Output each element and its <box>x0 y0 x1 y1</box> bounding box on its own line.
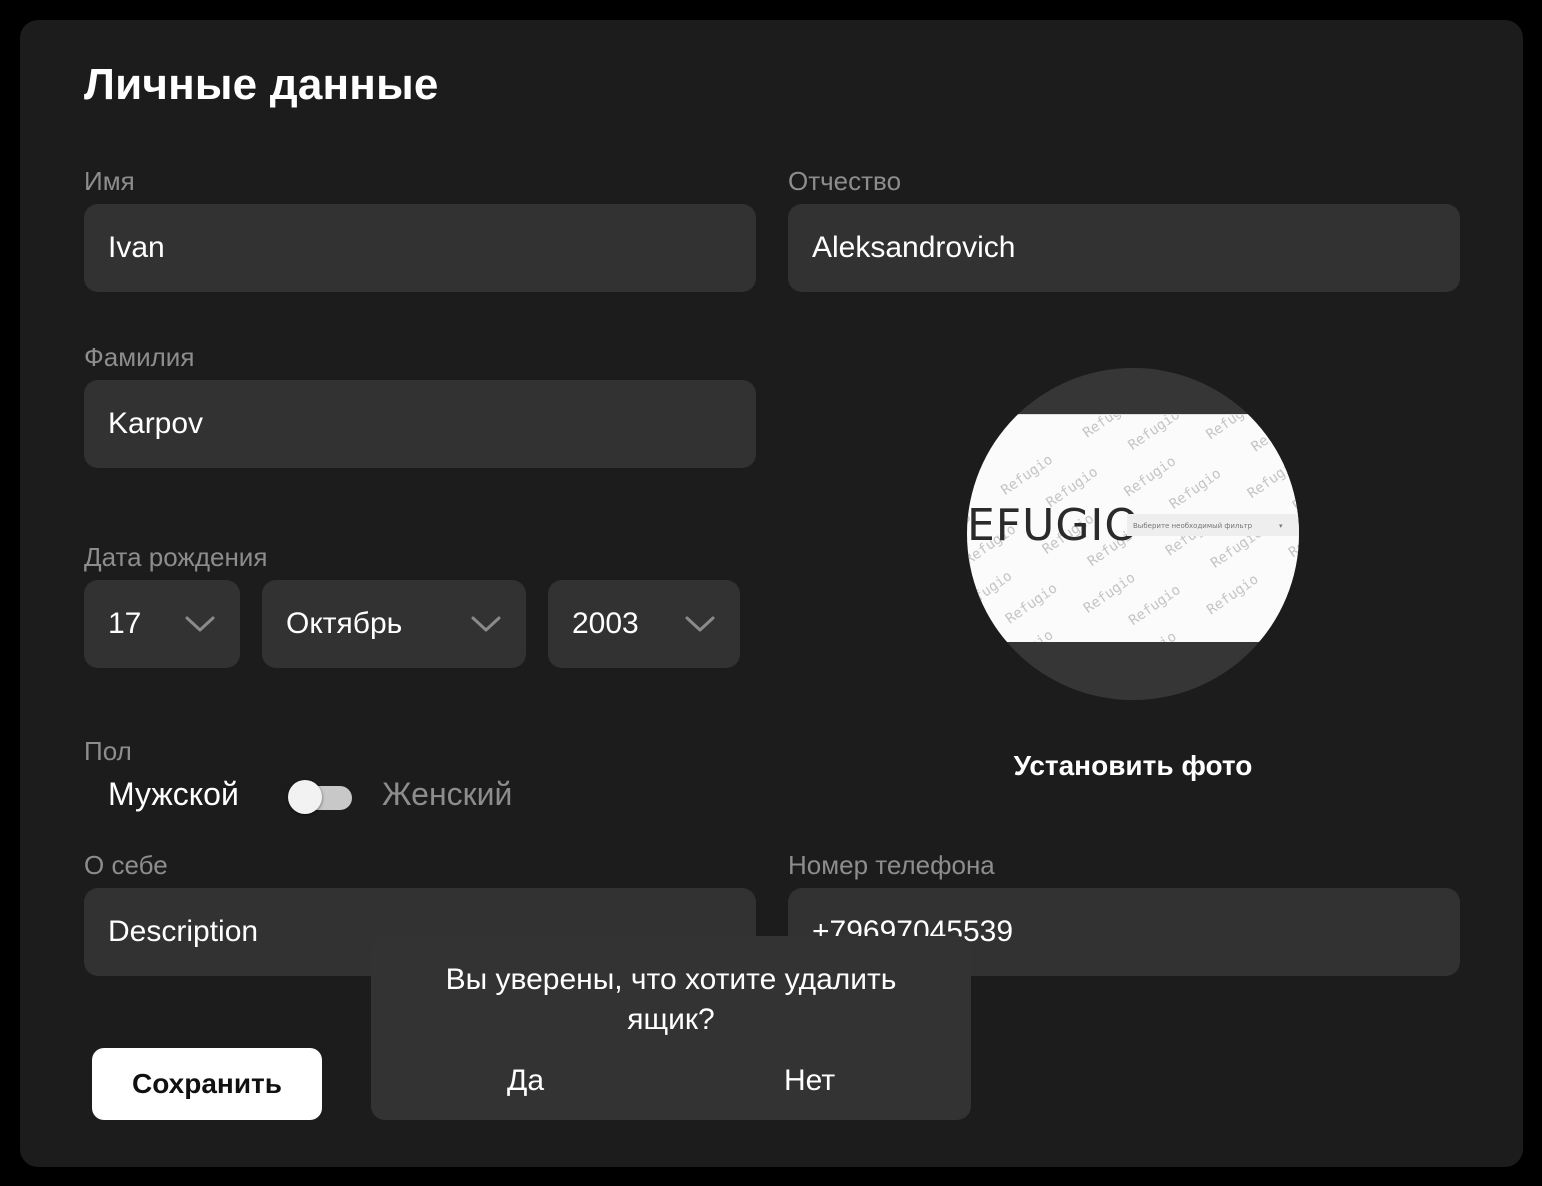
birth-year-value: 2003 <box>572 607 639 640</box>
gender-toggle[interactable] <box>288 780 352 814</box>
set-photo-button[interactable]: Установить фото <box>967 750 1299 782</box>
birth-day-select[interactable]: 17 <box>84 580 240 668</box>
chevron-down-icon <box>684 615 716 633</box>
first-name-input[interactable]: Ivan <box>84 204 756 292</box>
save-button[interactable]: Сохранить <box>92 1048 322 1120</box>
photo-preview: Refugio Refugio Refugio Refugio Refugio … <box>967 368 1299 700</box>
chevron-down-icon: ▾ <box>1279 522 1283 530</box>
gender-female-option[interactable]: Женский <box>382 776 512 813</box>
toggle-knob <box>288 780 322 814</box>
patronymic-label: Отчество <box>788 166 902 196</box>
page-title: Личные данные <box>84 60 439 109</box>
gender-label: Пол <box>84 736 132 766</box>
last-name-label: Фамилия <box>84 342 195 372</box>
birth-day-value: 17 <box>108 607 142 640</box>
birth-month-value: Октябрь <box>286 607 403 640</box>
about-label: О себе <box>84 850 168 880</box>
first-name-label: Имя <box>84 166 135 196</box>
birth-year-select[interactable]: 2003 <box>548 580 740 668</box>
patronymic-input[interactable]: Aleksandrovich <box>788 204 1460 292</box>
chevron-down-icon <box>184 615 216 633</box>
birth-date-label: Дата рождения <box>84 542 268 572</box>
phone-label: Номер телефона <box>788 850 995 880</box>
birth-month-select[interactable]: Октябрь <box>262 580 526 668</box>
last-name-input[interactable]: Karpov <box>84 380 756 468</box>
dialog-no-button[interactable]: Нет <box>784 1064 835 1098</box>
profile-photo[interactable]: Refugio Refugio Refugio Refugio Refugio … <box>967 368 1299 700</box>
gender-male-option[interactable]: Мужской <box>108 776 239 813</box>
logo-text: EFUGIO <box>967 500 1140 551</box>
dialog-yes-button[interactable]: Да <box>507 1064 544 1098</box>
filter-select-placeholder: Выберите необходимый фильтр <box>1133 522 1253 530</box>
dialog-message: Вы уверены, что хотите удалить ящик? <box>445 963 897 1036</box>
chevron-down-icon <box>470 615 502 633</box>
confirm-delete-dialog: Вы уверены, что хотите удалить ящик? Да … <box>371 936 971 1120</box>
